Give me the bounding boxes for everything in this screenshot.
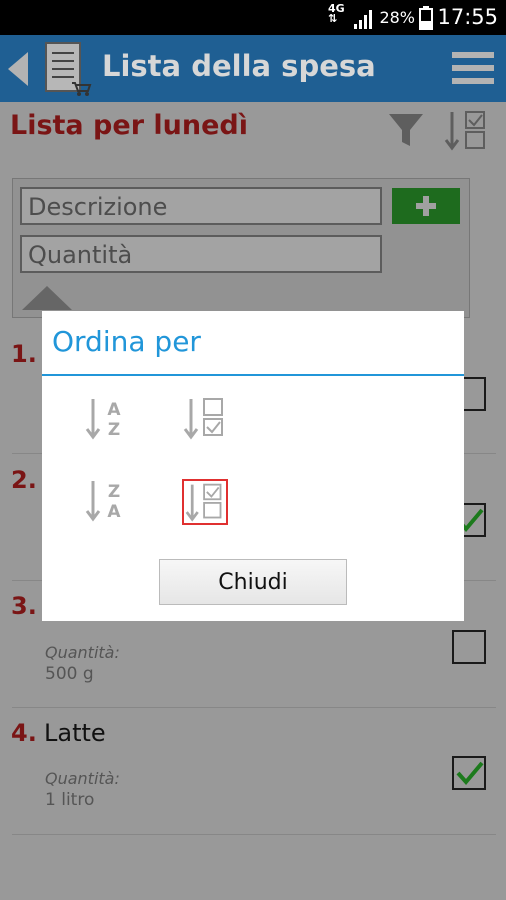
battery-icon — [419, 6, 433, 30]
app-bar: Lista della spesa — [0, 35, 506, 102]
network-indicator: 4G ⇅ — [328, 2, 345, 25]
sort-unchecked-first-icon[interactable] — [182, 395, 228, 441]
item-name: Latte — [44, 719, 106, 747]
close-button[interactable]: Chiudi — [159, 559, 347, 605]
check-icon — [456, 761, 484, 786]
clock: 17:55 — [437, 5, 498, 29]
item-number: 4. — [11, 719, 37, 747]
sort-dialog: Ordina per A Z Z A Chiudi — [42, 311, 464, 621]
svg-text:A: A — [107, 400, 121, 420]
dialog-title: Ordina per — [52, 325, 201, 358]
add-item-button[interactable] — [392, 188, 460, 224]
item-checkbox[interactable] — [452, 630, 486, 664]
svg-text:A: A — [107, 502, 121, 522]
divider — [12, 707, 496, 708]
filter-icon[interactable] — [388, 112, 424, 148]
quantity-input[interactable]: Quantità — [20, 235, 382, 273]
shopping-list-icon — [45, 42, 92, 96]
back-icon[interactable] — [6, 50, 30, 88]
list-title: Lista per lunedì — [10, 110, 249, 141]
sort-za-icon[interactable]: Z A — [84, 477, 130, 523]
sort-az-icon[interactable]: A Z — [84, 395, 130, 441]
svg-text:Z: Z — [108, 420, 120, 440]
sort-checked-icon[interactable] — [444, 108, 488, 152]
sort-checked-first-icon — [185, 483, 222, 522]
app-title: Lista della spesa — [102, 49, 376, 83]
divider — [12, 834, 496, 835]
item-checkbox[interactable] — [452, 756, 486, 790]
plus-icon — [416, 196, 436, 216]
dialog-title-divider — [42, 374, 464, 376]
quantity-value: 1 litro — [45, 790, 95, 810]
collapse-icon[interactable] — [20, 284, 74, 312]
battery-percentage: 28% — [379, 8, 415, 27]
menu-icon[interactable] — [452, 50, 494, 86]
quantity-label: Quantità: — [45, 643, 120, 662]
quantity-value: 500 g — [45, 664, 94, 684]
status-bar: 4G ⇅ 28% 17:55 — [0, 0, 506, 35]
description-input[interactable]: Descrizione — [20, 187, 382, 225]
svg-text:Z: Z — [108, 482, 120, 502]
signal-icon — [354, 10, 372, 29]
item-number: 2. — [11, 466, 37, 494]
item-number: 3. — [11, 592, 37, 620]
sort-option-selected[interactable] — [182, 479, 228, 525]
quantity-label: Quantità: — [45, 769, 120, 788]
item-number: 1. — [11, 340, 37, 368]
